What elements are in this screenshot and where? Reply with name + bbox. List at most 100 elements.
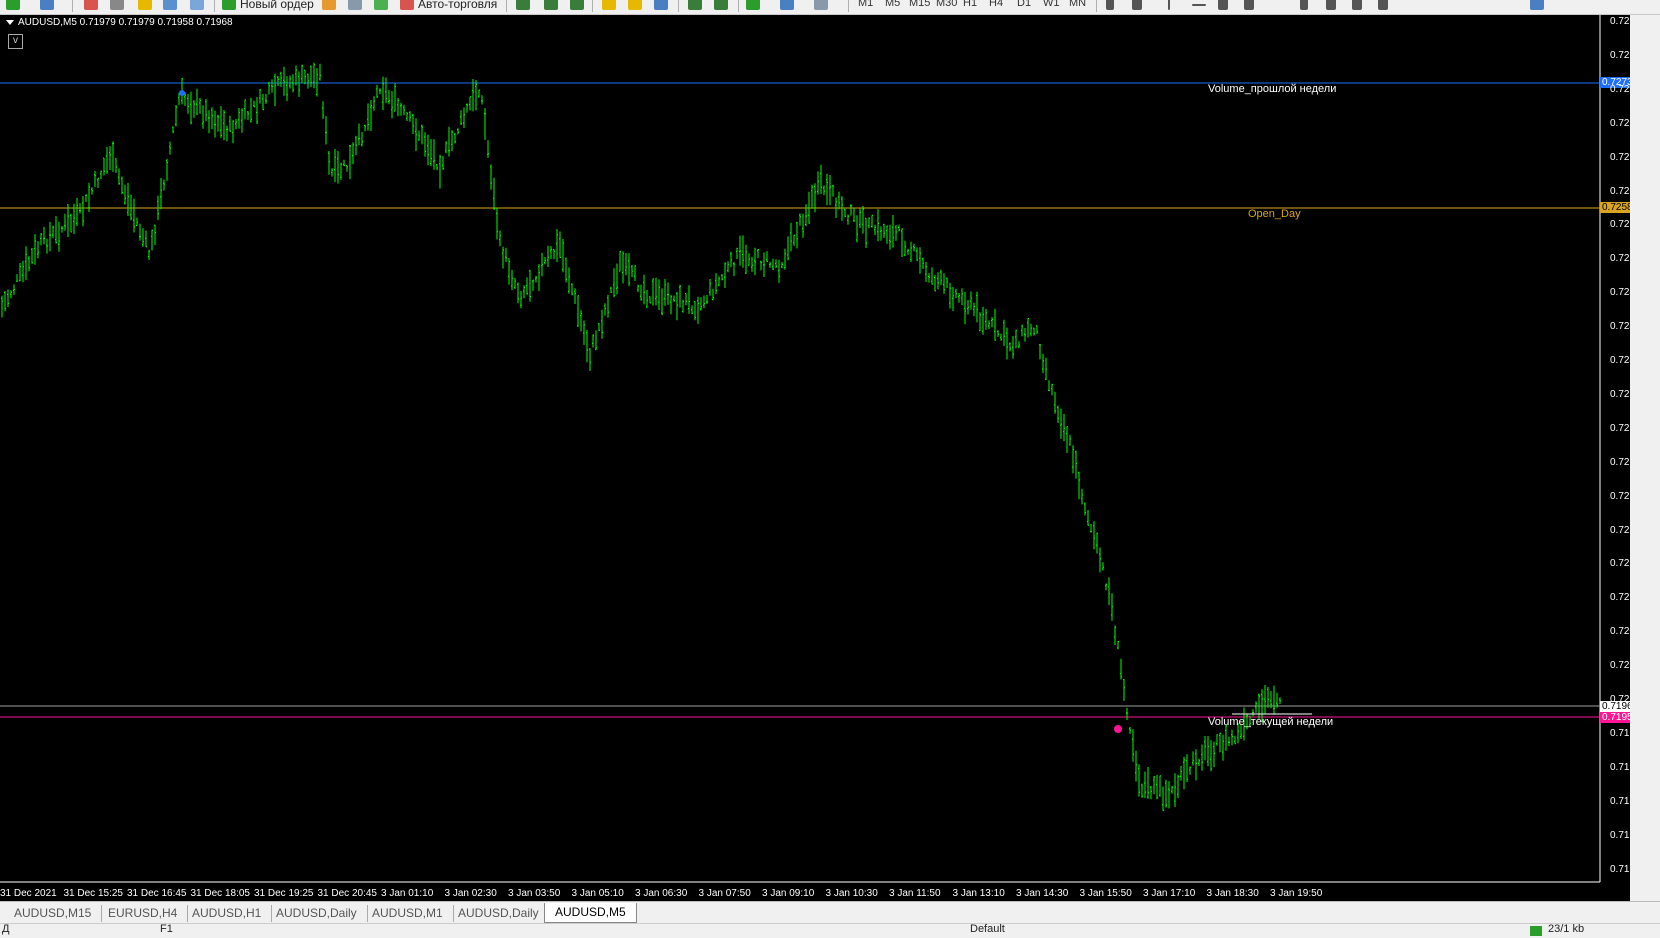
price-bar [406,112,408,121]
autotrading-icon[interactable] [400,0,414,10]
price-bar [1198,758,1200,766]
search-icon[interactable] [1530,0,1544,10]
price-bar [37,241,39,259]
price-bar [799,213,801,226]
price-bar [658,279,660,310]
price-chart[interactable]: AUDUSD,M5 0.71979 0.71979 0.71958 0.7196… [0,15,1630,901]
templates-icon[interactable] [814,0,828,10]
price-bar [238,108,240,129]
metaeditor-icon[interactable] [322,0,336,10]
horizontal-line-icon[interactable] [1192,4,1206,6]
chart-shift-icon[interactable] [688,0,702,10]
shapes-icon[interactable] [1378,0,1388,10]
price-bar [865,217,867,248]
time-axis-label: 31 Dec 18:05 [190,888,251,899]
bar-chart-icon[interactable] [516,0,530,10]
autoscroll-icon[interactable] [714,0,728,10]
chart-tab[interactable]: AUDUSD,M15 [4,905,103,922]
price-bar [253,100,255,108]
vertical-line-icon[interactable] [1168,0,1170,10]
chart-tab[interactable]: AUDUSD,H1 [182,905,273,922]
price-bar [16,274,18,282]
market-watch-icon[interactable] [84,0,98,10]
globe-icon[interactable] [374,0,388,10]
text-icon[interactable] [1300,0,1308,10]
chart-menu-icon[interactable] [6,19,14,25]
toolbar-separator [848,0,849,12]
chart-tab[interactable]: AUDUSD,M1 [362,905,454,922]
timeframe-m30-button[interactable]: M30 [936,0,957,12]
price-bar [631,264,633,278]
cloud-icon[interactable] [348,0,362,10]
price-bar [499,230,501,247]
tile-windows-icon[interactable] [654,0,668,10]
timeframe-h1-button[interactable]: H1 [963,0,977,12]
price-bar [460,110,462,125]
price-bar [769,261,771,268]
chart-tab[interactable]: AUDUSD,M5 [544,903,637,923]
price-bar [970,291,972,310]
autotrading-button[interactable]: Авто-торговля [418,0,497,13]
zoom-in-icon[interactable] [602,0,616,10]
periods-icon[interactable] [780,0,794,10]
candle-chart-icon[interactable] [544,0,558,10]
fibonacci-icon[interactable] [1244,0,1254,10]
price-bar [475,80,477,111]
timeframe-m15-button[interactable]: M15 [909,0,930,12]
terminal-icon[interactable] [163,0,177,10]
price-bar [706,295,708,304]
timeframe-m5-button[interactable]: M5 [885,0,900,12]
crosshair-icon[interactable] [1132,0,1142,10]
price-bar [607,294,609,318]
price-axis-label: 0.7281 [1610,16,1630,27]
one-click-trading-toggle[interactable]: v [8,34,23,49]
timeframe-mn-button[interactable]: MN [1069,0,1086,12]
price-bar [472,79,474,112]
chart-tab[interactable]: EURUSD,H4 [98,905,189,922]
price-bar [40,233,42,246]
price-bar [691,305,693,315]
favorites-icon[interactable] [138,0,152,10]
tester-icon[interactable] [190,0,204,10]
chart-tab[interactable]: AUDUSD,Daily [448,905,550,922]
price-bar [34,234,36,265]
timeframe-w1-button[interactable]: W1 [1043,0,1060,12]
trendline-icon[interactable] [1218,0,1228,10]
navigator-icon[interactable] [110,0,124,10]
price-bar [586,329,588,363]
price-bar [778,259,780,283]
timeframe-h4-button[interactable]: H4 [989,0,1003,12]
time-axis-label: 31 Dec 15:25 [63,888,124,899]
label-icon[interactable] [1326,0,1336,10]
price-bar [1102,562,1104,571]
price-bar [1006,327,1008,360]
profiles-icon[interactable] [40,0,54,10]
price-bar [940,269,942,286]
price-bar [838,191,840,210]
new-order-button[interactable]: Новый ордер [240,0,314,13]
price-bar [901,228,903,257]
price-bar [829,175,831,206]
price-bar [46,238,48,254]
price-bar [298,71,300,97]
new-order-icon[interactable] [222,0,236,10]
price-bar [976,291,978,323]
timeframe-m1-button[interactable]: M1 [858,0,873,12]
zoom-out-icon[interactable] [628,0,642,10]
price-bar [1150,785,1152,800]
new-chart-icon[interactable] [6,0,20,10]
cursor-icon[interactable] [1106,0,1114,10]
indicators-icon[interactable] [746,0,760,10]
price-bar [589,348,591,371]
price-bar [1135,750,1137,782]
time-axis-label: 3 Jan 03:50 [508,888,561,899]
timeframe-d1-button[interactable]: D1 [1017,0,1031,12]
price-bar [1096,532,1098,554]
price-bar [985,308,987,330]
chart-tab[interactable]: AUDUSD,Daily [266,905,368,922]
price-bar [136,217,138,226]
arrows-icon[interactable] [1352,0,1362,10]
price-bar [130,194,132,221]
line-chart-icon[interactable] [570,0,584,10]
price-bar [1219,732,1221,753]
